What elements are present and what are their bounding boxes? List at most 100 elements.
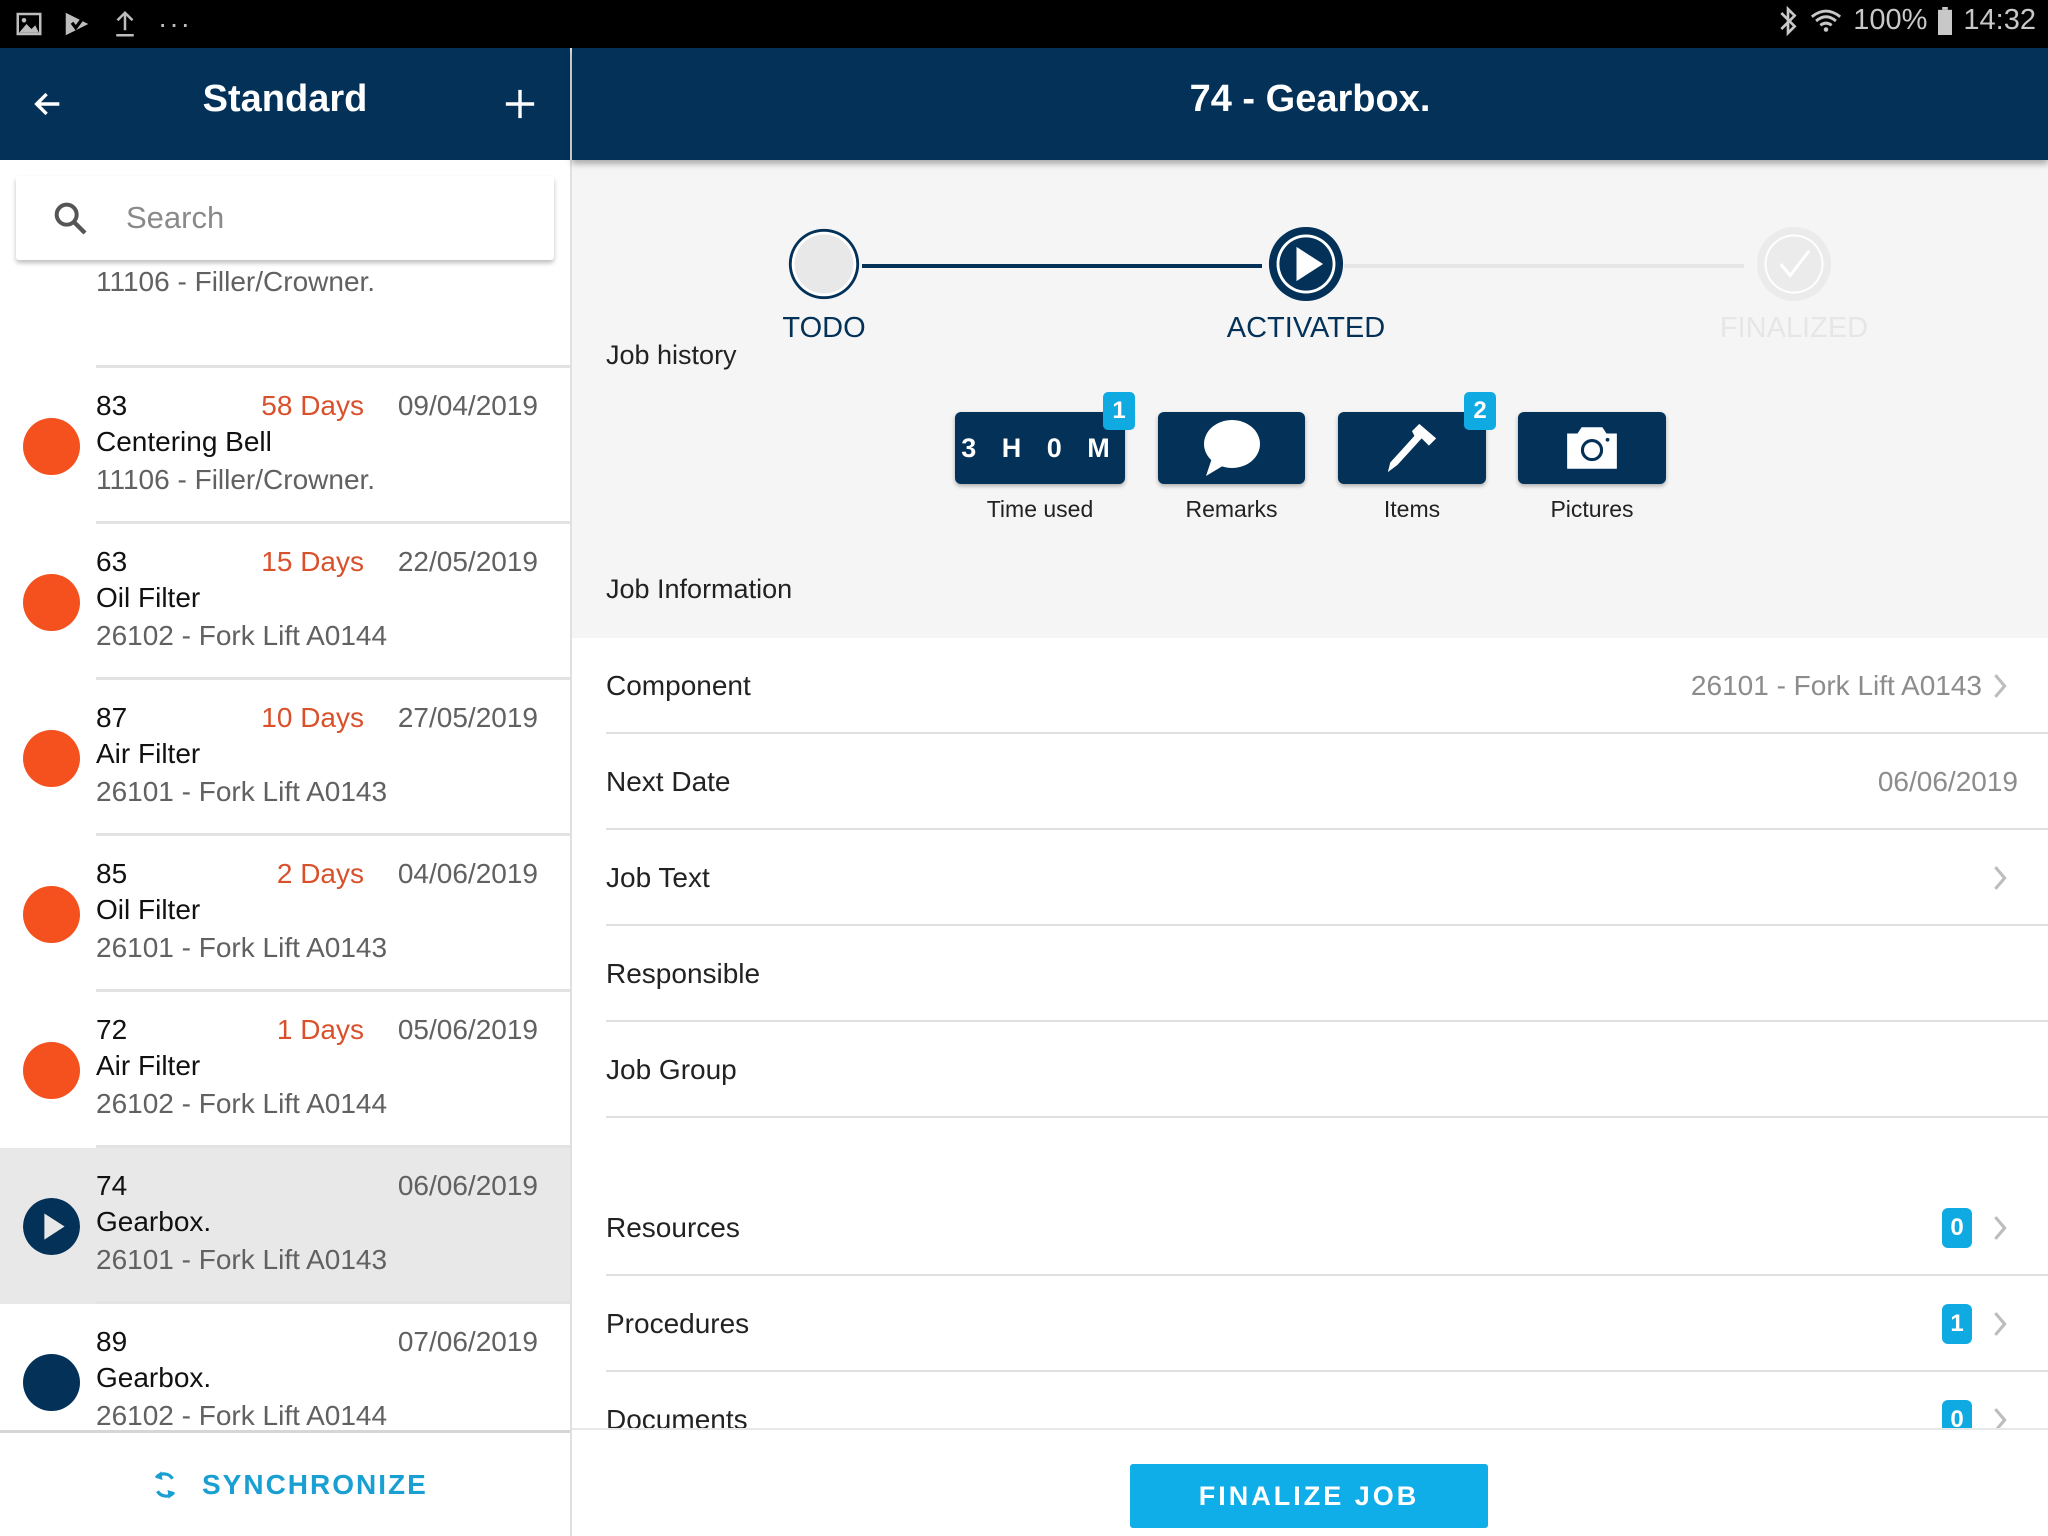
remarks-label: Remarks (1185, 496, 1278, 522)
overdue-days: 10 Days (261, 702, 364, 733)
job-name: Air Filter (96, 738, 201, 769)
time-used-button[interactable]: 3 H 0 M 1 Time used (955, 392, 1135, 523)
synchronize-label: SYNCHRONIZE (202, 1469, 428, 1500)
job-text-label: Job Text (606, 862, 710, 893)
clock: 14:32 (1963, 4, 2036, 36)
procedures-row[interactable]: Procedures 1 (606, 1276, 2048, 1372)
job-list-item[interactable]: 85 2 Days 04/06/2019 Oil Filter 26101 - … (0, 836, 570, 992)
status-bar: ··· 100% 14:32 (0, 0, 2048, 48)
job-component: 26101 - Fork Lift A0143 (96, 776, 388, 807)
documents-row[interactable]: Documents 0 (606, 1372, 2048, 1428)
component-row[interactable]: Component 26101 - Fork Lift A0143 (606, 638, 2048, 734)
resources-label: Resources (606, 1212, 740, 1243)
overdue-days: 2 Days (276, 858, 364, 889)
list-title: Standard (202, 78, 368, 120)
job-date: 06/06/2019 (397, 1170, 538, 1201)
job-number: 85 (96, 858, 128, 889)
procedures-label: Procedures (606, 1308, 750, 1339)
chevron-right-icon (1994, 866, 2007, 890)
time-used-label: Time used (986, 496, 1094, 522)
job-date: 05/06/2019 (397, 1014, 538, 1045)
pictures-button[interactable]: Pictures (1518, 412, 1666, 523)
synchronize-button[interactable]: SYNCHRONIZE (150, 1467, 428, 1503)
chevron-right-icon (1994, 1408, 2007, 1428)
job-number: 89 (96, 1326, 128, 1357)
overdue-status-dot (23, 1042, 80, 1099)
bluetooth-icon (1780, 5, 1797, 36)
stepper-line-completed (862, 264, 1262, 268)
remarks-button[interactable]: Remarks (1158, 412, 1305, 523)
time-used-tile: 3 H 0 M 1 (955, 392, 1135, 484)
finalize-job-button[interactable]: FINALIZE JOB (1130, 1464, 1488, 1528)
upload-icon (116, 10, 134, 37)
items-button[interactable]: 2 Items (1338, 392, 1496, 523)
overdue-status-dot (23, 418, 80, 475)
job-number: 74 (96, 1170, 128, 1201)
responsible-row[interactable]: Responsible (606, 926, 2048, 1022)
todo-status-dot (23, 1354, 80, 1411)
job-group-row[interactable]: Job Group (606, 1022, 2048, 1118)
resources-count-badge: 0 (1942, 1208, 1972, 1248)
step-todo-icon[interactable] (786, 226, 862, 302)
overdue-days: 58 Days (261, 390, 364, 421)
responsible-label: Responsible (606, 958, 761, 989)
items-tile: 2 (1338, 392, 1496, 484)
next-date-row[interactable]: Next Date 06/06/2019 (606, 734, 2048, 830)
job-date: 27/05/2019 (397, 702, 538, 733)
job-name: Gearbox. (96, 1362, 212, 1393)
job-list-item[interactable]: 83 58 Days 09/04/2019 Centering Bell 111… (0, 368, 570, 524)
plus-icon (505, 89, 535, 119)
job-name: Oil Filter (96, 894, 201, 925)
component-label: Component (606, 670, 751, 701)
job-number: 87 (96, 702, 128, 733)
battery-icon (1938, 6, 1953, 35)
job-list-item-partial[interactable]: 11106 - Filler/Crowner. (96, 260, 570, 368)
time-used-value: 3 H 0 M (961, 432, 1119, 463)
documents-count-badge: 0 (1942, 1400, 1972, 1428)
step-activated-label: ACTIVATED (1226, 312, 1386, 344)
job-list-item[interactable]: 89 07/06/2019 Gearbox. 26102 - Fork Lift… (0, 1304, 570, 1430)
job-group-label: Job Group (606, 1054, 737, 1085)
job-detail-pane: 74 - Gearbox. TODO ACTIVATED FINALIZED J… (572, 48, 2048, 1536)
task-check-icon (65, 11, 89, 36)
job-number: 72 (96, 1014, 128, 1045)
step-finalized-label: FINALIZED (1719, 312, 1869, 344)
job-information-title: Job Information (606, 574, 793, 604)
job-list-item[interactable]: 72 1 Days 05/06/2019 Air Filter 26102 - … (0, 992, 570, 1148)
count-badge: 1 (1103, 392, 1135, 430)
job-number: 63 (96, 546, 128, 577)
job-component: 11106 - Filler/Crowner. (96, 464, 376, 495)
next-date-value: 06/06/2019 (1877, 766, 2018, 797)
chevron-right-icon (1994, 674, 2007, 698)
job-date: 22/05/2019 (397, 546, 538, 577)
overdue-status-dot (23, 730, 80, 787)
job-date: 09/04/2019 (397, 390, 538, 421)
list-header: Standard (0, 48, 570, 160)
resources-row[interactable]: Resources 0 (606, 1180, 2048, 1276)
detail-title: 74 - Gearbox. (1189, 78, 1431, 120)
job-list[interactable]: 11106 - Filler/Crowner. 83 58 Days 09/04… (0, 260, 570, 1430)
search-input[interactable] (126, 190, 526, 246)
add-job-button[interactable] (494, 78, 546, 130)
overdue-status-dot (23, 886, 80, 943)
step-activated-icon[interactable] (1268, 226, 1344, 302)
step-finalized-icon[interactable] (1756, 226, 1832, 302)
job-component: 26102 - Fork Lift A0144 (96, 1400, 388, 1430)
job-list-item[interactable]: 87 10 Days 27/05/2019 Air Filter 26101 -… (0, 680, 570, 836)
pictures-tile (1518, 412, 1666, 484)
remarks-tile (1158, 412, 1305, 484)
job-list-item-selected[interactable]: 74 06/06/2019 Gearbox. 26101 - Fork Lift… (0, 1148, 570, 1304)
job-number: 83 (96, 390, 128, 421)
job-history-buttons: 3 H 0 M 1 Time used Remarks 2 Items Pict… (572, 392, 2048, 562)
job-name: Air Filter (96, 1050, 201, 1081)
job-text-row[interactable]: Job Text (606, 830, 2048, 926)
job-list-item[interactable]: 63 15 Days 22/05/2019 Oil Filter 26102 -… (0, 524, 570, 680)
next-date-label: Next Date (606, 766, 731, 797)
job-component: 26102 - Fork Lift A0144 (96, 1088, 388, 1119)
job-information-list: Component 26101 - Fork Lift A0143 Next D… (572, 638, 2048, 1428)
overdue-days: 15 Days (261, 546, 364, 577)
wifi-icon (1811, 9, 1842, 32)
camera-icon (1567, 427, 1617, 469)
gallery-icon (16, 12, 42, 36)
search-icon (54, 202, 87, 235)
